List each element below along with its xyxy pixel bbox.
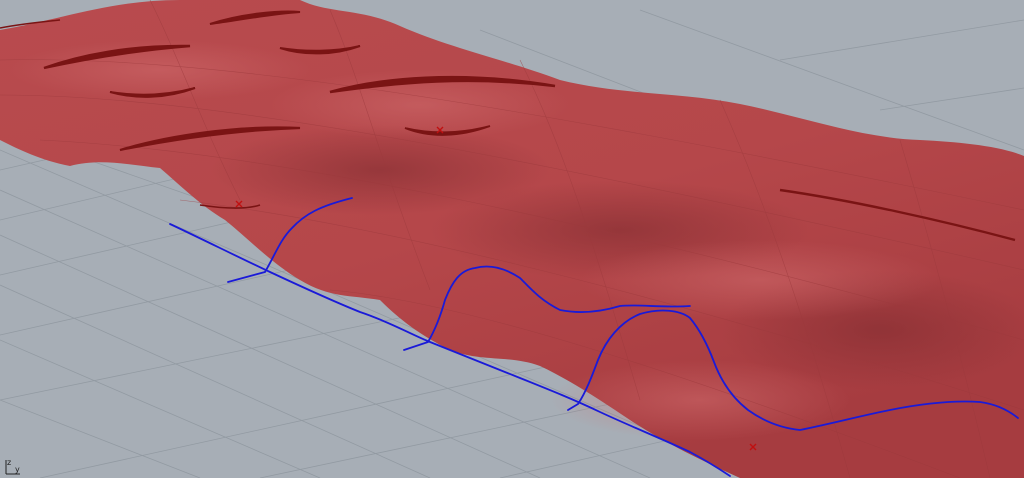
y-axis-label: y	[15, 465, 20, 474]
z-axis-label: z	[7, 458, 11, 467]
3d-scene[interactable]	[0, 0, 1024, 478]
axis-indicator: z y	[5, 458, 20, 475]
perspective-viewport[interactable]: z y	[0, 0, 1024, 478]
